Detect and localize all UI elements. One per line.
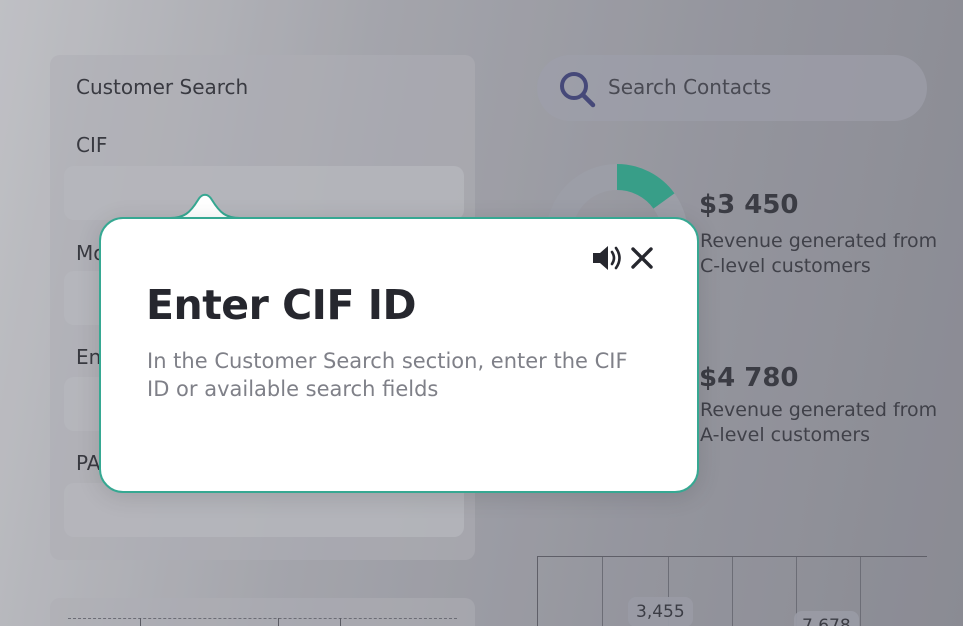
close-icon[interactable] — [630, 246, 654, 270]
onboarding-tooltip: Enter CIF ID In the Customer Search sect… — [99, 217, 699, 493]
tooltip-arrow — [170, 193, 240, 220]
tooltip-title: Enter CIF ID — [146, 281, 417, 329]
tooltip-body: In the Customer Search section, enter th… — [147, 349, 628, 401]
speaker-icon[interactable] — [591, 244, 625, 272]
